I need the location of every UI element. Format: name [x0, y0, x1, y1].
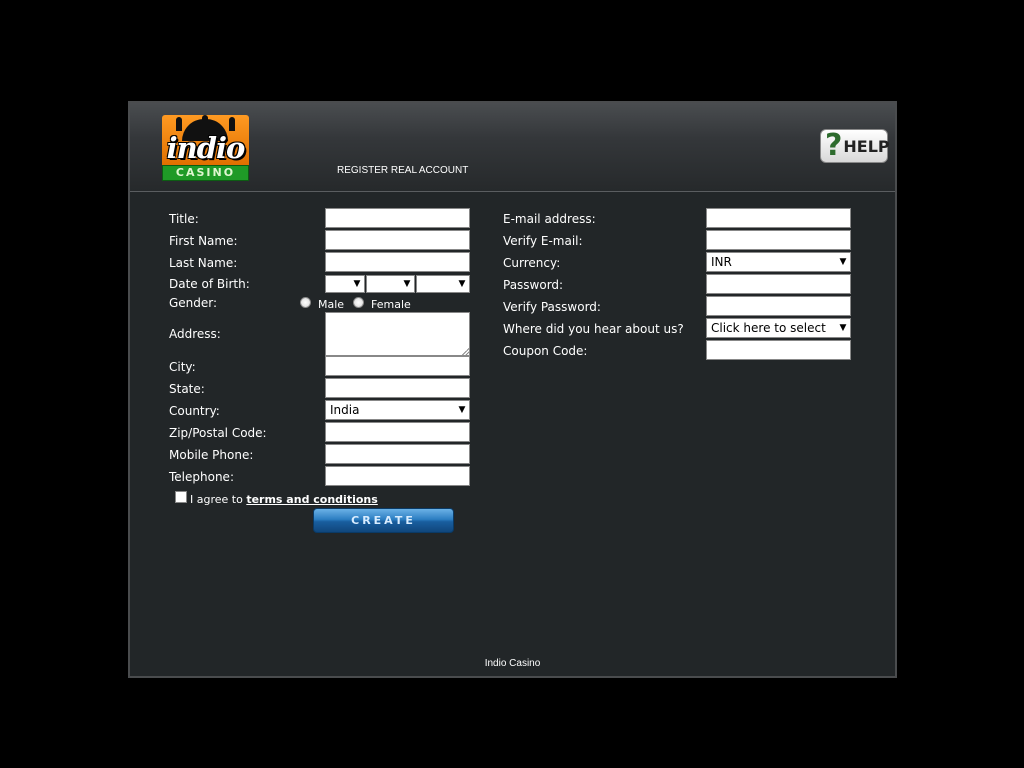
gender-female-radio[interactable] — [353, 297, 364, 308]
page-title: REGISTER REAL ACCOUNT — [337, 165, 469, 176]
dropdown-arrow-icon: ▼ — [353, 279, 361, 289]
gender-male-label: Male — [318, 298, 345, 311]
title-input[interactable] — [325, 208, 470, 228]
country-select[interactable]: India ▼ — [325, 400, 470, 420]
country-label: Country: — [169, 404, 220, 418]
header-bar: indio CASINO REGISTER REAL ACCOUNT ? HEL… — [130, 103, 895, 192]
currency-select-value: INR — [711, 255, 732, 269]
dob-year-select[interactable]: ▼ — [416, 275, 470, 293]
indio-casino-logo: indio CASINO — [162, 115, 249, 181]
registration-window: indio CASINO REGISTER REAL ACCOUNT ? HEL… — [128, 101, 897, 678]
country-select-value: India — [330, 403, 360, 417]
currency-select[interactable]: INR ▼ — [706, 252, 851, 272]
terms-checkbox[interactable] — [175, 491, 187, 503]
question-mark-icon: ? — [825, 128, 843, 163]
dob-month-select[interactable]: ▼ — [366, 275, 415, 293]
dropdown-arrow-icon: ▼ — [839, 323, 847, 333]
help-button[interactable]: ? HELP — [820, 128, 890, 163]
footer-text: Indio Casino — [484, 658, 541, 669]
coupon-input[interactable] — [706, 340, 851, 360]
address-wrapper — [325, 312, 470, 356]
last-name-label: Last Name: — [169, 256, 238, 270]
logo-sub-text: CASINO — [162, 165, 249, 181]
last-name-input[interactable] — [325, 252, 470, 272]
currency-label: Currency: — [503, 256, 561, 270]
address-textarea[interactable] — [325, 312, 470, 356]
hear-about-select-value: Click here to select — [711, 321, 826, 335]
first-name-input[interactable] — [325, 230, 470, 250]
password-label: Password: — [503, 278, 564, 292]
title-label: Title: — [169, 212, 199, 226]
gender-label: Gender: — [169, 296, 218, 310]
dob-day-select[interactable]: ▼ — [325, 275, 365, 293]
dropdown-arrow-icon: ▼ — [458, 405, 466, 415]
city-label: City: — [169, 360, 196, 374]
hear-about-label: Where did you hear about us? — [503, 322, 684, 336]
address-label: Address: — [169, 327, 221, 341]
zip-label: Zip/Postal Code: — [169, 426, 267, 440]
mobile-phone-input[interactable] — [325, 444, 470, 464]
verify-password-input[interactable] — [706, 296, 851, 316]
state-label: State: — [169, 382, 205, 396]
password-input[interactable] — [706, 274, 851, 294]
terms-prefix: I agree to — [190, 493, 247, 506]
telephone-input[interactable] — [325, 466, 470, 486]
telephone-label: Telephone: — [169, 470, 234, 484]
zip-input[interactable] — [325, 422, 470, 442]
dropdown-arrow-icon: ▼ — [839, 257, 847, 267]
hear-about-select[interactable]: Click here to select ▼ — [706, 318, 851, 338]
create-button[interactable]: CREATE — [313, 508, 454, 533]
coupon-label: Coupon Code: — [503, 344, 588, 358]
dob-label: Date of Birth: — [169, 277, 250, 291]
verify-email-input[interactable] — [706, 230, 851, 250]
help-button-label: HELP — [843, 136, 890, 156]
verify-password-label: Verify Password: — [503, 300, 601, 314]
logo-main-text: indio — [166, 131, 246, 165]
dropdown-arrow-icon: ▼ — [458, 279, 466, 289]
terms-link[interactable]: terms and conditions — [246, 493, 377, 506]
first-name-label: First Name: — [169, 234, 238, 248]
city-input[interactable] — [325, 356, 470, 376]
verify-email-label: Verify E-mail: — [503, 234, 583, 248]
email-label: E-mail address: — [503, 212, 596, 226]
dropdown-arrow-icon: ▼ — [403, 279, 411, 289]
gender-female-label: Female — [371, 298, 411, 311]
mobile-phone-label: Mobile Phone: — [169, 448, 254, 462]
resize-grip-icon[interactable] — [462, 348, 469, 355]
email-input[interactable] — [706, 208, 851, 228]
gender-male-radio[interactable] — [300, 297, 311, 308]
terms-text: I agree to terms and conditions — [190, 493, 378, 506]
state-input[interactable] — [325, 378, 470, 398]
